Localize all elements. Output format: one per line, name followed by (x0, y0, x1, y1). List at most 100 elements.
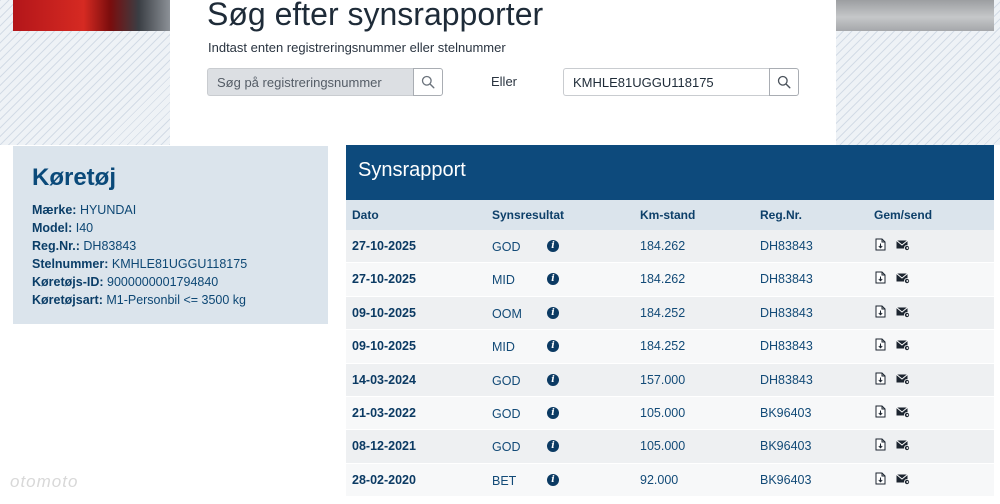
watermark-logo: otomoto (10, 472, 79, 491)
row-date: 27-10-2025 (352, 272, 416, 287)
vehicle-field-value: HYUNDAI (79, 203, 137, 217)
header-photo-right (836, 0, 994, 31)
info-icon[interactable]: i (547, 306, 559, 319)
send-mail-icon[interactable] (896, 473, 910, 485)
row-result: GOD (492, 406, 521, 421)
pdf-download-icon[interactable] (875, 271, 886, 284)
row-km: 92.000 (640, 472, 679, 487)
vehicle-field-type: Køretøjsart: M1-Personbil <= 3500 kg (32, 293, 246, 307)
vehicle-field-label: Køretøjs-ID (32, 275, 100, 289)
vehicle-field-label: Reg.Nr. (32, 239, 76, 253)
row-km: 105.000 (640, 405, 686, 420)
row-reg: BK96403 (760, 405, 812, 420)
search-icon (777, 75, 791, 89)
table-row[interactable]: 27-10-2025 MID i 184.262 DH83843 (346, 263, 994, 297)
vehicle-field-label: Stelnummer (32, 257, 105, 271)
row-result: MID (492, 340, 515, 355)
column-header-reg[interactable]: Reg.Nr. (760, 208, 802, 222)
info-icon[interactable]: i (547, 406, 559, 419)
row-result: GOD (492, 240, 521, 254)
pdf-download-icon[interactable] (875, 372, 886, 385)
header-photo-left (13, 0, 170, 31)
search-icon (421, 75, 435, 89)
vehicle-field-value: M1-Personbil <= 3500 kg (106, 293, 246, 307)
send-mail-icon[interactable] (896, 240, 910, 251)
table-row[interactable]: 09-10-2025 MID i 184.252 DH83843 (346, 330, 994, 364)
row-date: 27-10-2025 (352, 239, 416, 253)
info-icon[interactable]: i (547, 473, 559, 486)
search-panel: Søg efter synsrapporter Indtast enten re… (170, 0, 836, 145)
search-subtitle: Indtast enten registreringsnummer eller … (208, 40, 506, 55)
info-icon[interactable]: i (547, 340, 559, 353)
row-km: 157.000 (640, 372, 686, 387)
row-date: 14-03-2024 (352, 372, 416, 387)
column-header-result[interactable]: Synsresultat (492, 208, 564, 222)
report-title: Synsrapport (358, 159, 466, 181)
pdf-download-icon[interactable] (875, 238, 886, 251)
report-header: Synsrapport (346, 145, 994, 200)
vin-search-button[interactable] (769, 68, 799, 96)
vehicle-field-make: Mærke: HYUNDAI (32, 203, 137, 217)
row-result: GOD (492, 440, 521, 455)
column-header-date[interactable]: Dato (352, 208, 379, 222)
send-mail-icon[interactable] (896, 273, 910, 285)
pdf-download-icon[interactable] (875, 338, 886, 351)
row-date: 21-03-2022 (352, 405, 416, 420)
row-result: GOD (492, 373, 521, 388)
column-header-km[interactable]: Km-stand (640, 208, 695, 222)
reg-search-button[interactable] (413, 68, 443, 96)
send-mail-icon[interactable] (896, 306, 910, 318)
row-date: 08-12-2021 (352, 439, 416, 454)
pdf-download-icon[interactable] (875, 438, 886, 451)
vehicle-field-reg: Reg.Nr.: DH83843 (32, 239, 137, 253)
pdf-download-icon[interactable] (875, 405, 886, 418)
page-title: Søg efter synsrapporter (207, 0, 544, 32)
report-table-header: Dato Synsresultat Km-stand Reg.Nr. Gem/s… (346, 200, 994, 230)
row-reg: BK96403 (760, 439, 812, 454)
row-km: 184.252 (640, 305, 686, 320)
send-mail-icon[interactable] (896, 407, 910, 418)
row-reg: BK96403 (760, 472, 812, 487)
table-row[interactable]: 14-03-2024 GOD i 157.000 DH83843 (346, 363, 994, 397)
row-result: OOM (492, 306, 522, 321)
info-icon[interactable]: i (547, 240, 559, 252)
reg-search-group (207, 68, 443, 96)
row-reg: DH83843 (760, 239, 813, 253)
send-mail-icon[interactable] (896, 440, 910, 452)
vehicle-field-value: KMHLE81UGGU118175 (111, 257, 248, 271)
send-mail-icon[interactable] (896, 373, 910, 385)
table-row[interactable]: 28-02-2020 BET i 92.000 BK96403 (346, 463, 994, 498)
info-icon[interactable]: i (547, 273, 559, 286)
report-table-body: 27-10-2025 GOD i 184.262 DH83843 27-10-2025 MI… (346, 230, 994, 498)
vehicle-field-value: 9000000001794840 (107, 275, 219, 289)
vehicle-field-model: Model: I40 (32, 221, 94, 235)
send-mail-icon[interactable] (896, 340, 910, 352)
table-row[interactable]: 27-10-2025 GOD i 184.262 DH83843 (346, 230, 994, 264)
column-header-save-send: Gem/send (874, 208, 933, 222)
row-km: 184.262 (640, 239, 686, 253)
table-row[interactable]: 08-12-2021 GOD i 105.000 BK96403 (346, 430, 994, 464)
vin-search-group (563, 68, 799, 96)
vehicle-field-label: Model (32, 221, 69, 235)
row-reg: DH83843 (760, 272, 813, 287)
info-icon[interactable]: i (547, 440, 559, 453)
row-km: 105.000 (640, 439, 686, 454)
vehicle-field-label: Mærke (32, 203, 73, 217)
vehicle-field-value: I40 (75, 221, 94, 235)
pdf-download-icon[interactable] (875, 472, 886, 485)
vehicle-title: Køretøj (32, 164, 116, 191)
vin-search-input[interactable] (563, 68, 769, 96)
or-label: Eller (491, 74, 518, 89)
row-date: 09-10-2025 (352, 339, 416, 354)
row-date: 09-10-2025 (352, 305, 416, 320)
reg-search-input[interactable] (207, 68, 413, 96)
table-row[interactable]: 09-10-2025 OOM i 184.252 DH83843 (346, 296, 994, 331)
table-row[interactable]: 21-03-2022 GOD i 105.000 BK96403 (346, 396, 994, 431)
vehicle-info-card: Køretøj Mærke: HYUNDAI Model: I40 Reg.Nr… (13, 146, 328, 324)
row-reg: DH83843 (760, 339, 813, 354)
info-icon[interactable]: i (547, 373, 559, 386)
vehicle-field-label: Køretøjsart (32, 293, 99, 307)
row-reg: DH83843 (760, 305, 813, 320)
pdf-download-icon[interactable] (875, 305, 886, 318)
row-result: MID (492, 273, 515, 288)
